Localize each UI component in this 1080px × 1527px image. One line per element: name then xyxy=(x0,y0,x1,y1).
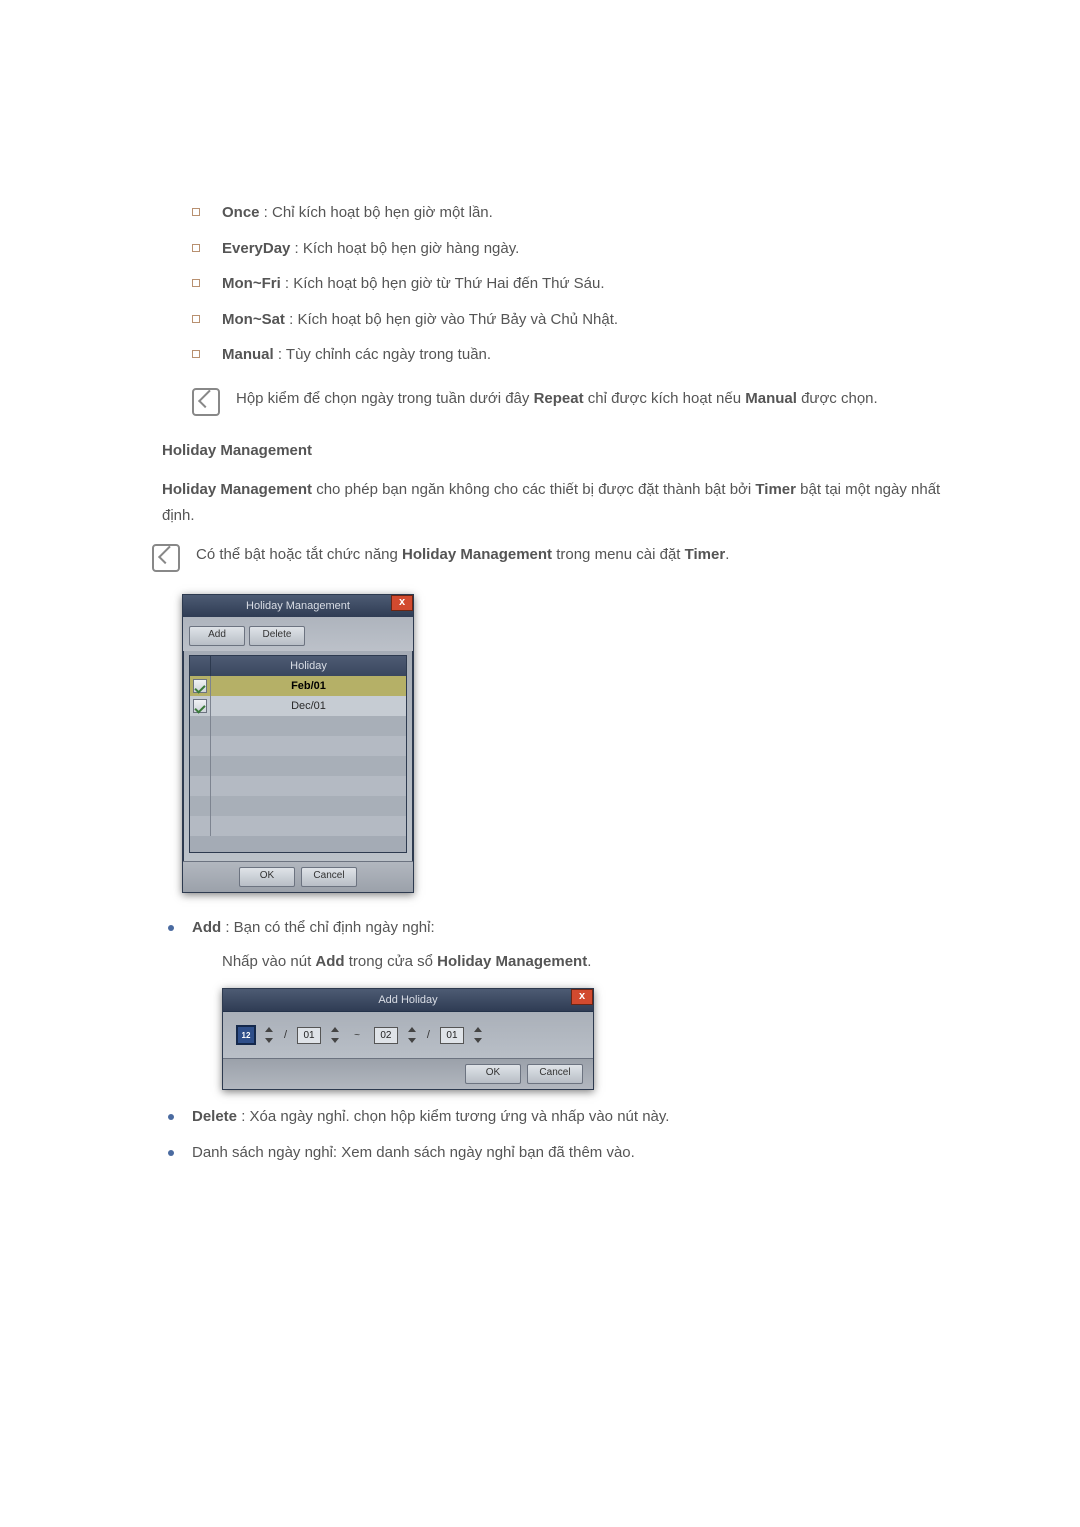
hm-header-holiday: Holiday xyxy=(211,656,406,676)
list-item: Delete : Xóa ngày nghỉ. chọn hộp kiểm tư… xyxy=(162,1104,942,1130)
holiday-management-heading: Holiday Management xyxy=(162,438,942,464)
list-item: Danh sách ngày nghỉ: Xem danh sách ngày … xyxy=(162,1140,942,1166)
option-label: Mon~Sat xyxy=(222,311,285,328)
hm-description: Holiday Management cho phép bạn ngăn khô… xyxy=(162,477,942,528)
content-column: Once : Chỉ kích hoạt bộ hẹn giờ một lần.… xyxy=(162,200,942,1165)
option-once: Once : Chỉ kích hoạt bộ hẹn giờ một lần. xyxy=(192,200,942,226)
hm-toolbar: Add Delete xyxy=(183,617,413,651)
calendar-icon[interactable] xyxy=(237,1026,255,1044)
option-label: Manual xyxy=(222,346,274,363)
hm-title: Holiday Management xyxy=(246,597,350,616)
hm-titlebar: Holiday Management x xyxy=(183,595,413,617)
delete-button[interactable]: Delete xyxy=(249,626,305,646)
option-label: EveryDay xyxy=(222,240,290,257)
hm-rows: Feb/01 Dec/01 xyxy=(190,676,406,852)
close-button[interactable]: x xyxy=(571,989,593,1005)
note-icon xyxy=(152,544,180,572)
repeat-option-list: Once : Chỉ kích hoạt bộ hẹn giờ một lần.… xyxy=(192,200,942,368)
table-row xyxy=(190,796,406,816)
close-button[interactable]: x xyxy=(391,595,413,611)
list-item: Add : Bạn có thể chỉ định ngày nghỉ: Nhấ… xyxy=(162,915,942,1090)
option-everyday: EveryDay : Kích hoạt bộ hẹn giờ hàng ngà… xyxy=(192,236,942,262)
add-holiday-dialog: Add Holiday x / 01 ~ 02 / 01 xyxy=(222,988,594,1090)
table-row xyxy=(190,816,406,836)
hm-list-wrap: Holiday Feb/01 Dec/01 xyxy=(183,651,413,861)
ah-titlebar: Add Holiday x xyxy=(223,989,593,1012)
checkbox-icon[interactable] xyxy=(193,679,207,693)
ok-button[interactable]: OK xyxy=(465,1064,521,1084)
ah-footer: OK Cancel xyxy=(223,1058,593,1089)
table-row xyxy=(190,716,406,736)
spinner-icon[interactable] xyxy=(265,1027,274,1043)
option-desc: : Tùy chỉnh các ngày trong tuần. xyxy=(274,346,491,363)
option-desc: : Kích hoạt bộ hẹn giờ vào Thứ Bảy và Ch… xyxy=(285,311,618,328)
table-row xyxy=(190,756,406,776)
holiday-management-dialog: Holiday Management x Add Delete Holiday xyxy=(182,594,414,893)
document-page: Once : Chỉ kích hoạt bộ hẹn giờ một lần.… xyxy=(0,0,1080,1527)
note-text: Có thể bật hoặc tắt chức năng Holiday Ma… xyxy=(196,542,729,568)
ok-button[interactable]: OK xyxy=(239,867,295,887)
spinner-icon[interactable] xyxy=(474,1027,483,1043)
ah-body: / 01 ~ 02 / 01 xyxy=(223,1012,593,1058)
note-manual-checkbox: Hộp kiểm để chọn ngày trong tuần dưới đâ… xyxy=(192,386,942,416)
cancel-button[interactable]: Cancel xyxy=(527,1064,583,1084)
note-text: Hộp kiểm để chọn ngày trong tuần dưới đâ… xyxy=(236,386,878,412)
row-value: Dec/01 xyxy=(211,696,406,716)
hm-actions-list: Add : Bạn có thể chỉ định ngày nghỉ: Nhấ… xyxy=(162,915,942,1165)
option-desc: : Kích hoạt bộ hẹn giờ từ Thứ Hai đến Th… xyxy=(281,275,605,292)
option-monsat: Mon~Sat : Kích hoạt bộ hẹn giờ vào Thứ B… xyxy=(192,307,942,333)
option-desc: : Kích hoạt bộ hẹn giờ hàng ngày. xyxy=(290,240,519,257)
end-month-input[interactable]: 02 xyxy=(374,1027,398,1044)
row-checkbox-cell[interactable] xyxy=(190,696,211,716)
table-row xyxy=(190,776,406,796)
spinner-icon[interactable] xyxy=(331,1027,340,1043)
table-row[interactable]: Dec/01 xyxy=(190,696,406,716)
end-day-input[interactable]: 01 xyxy=(440,1027,464,1044)
hm-table: Holiday Feb/01 Dec/01 xyxy=(189,655,407,853)
checkbox-icon[interactable] xyxy=(193,699,207,713)
cancel-button[interactable]: Cancel xyxy=(301,867,357,887)
spinner-icon[interactable] xyxy=(408,1027,417,1043)
option-label: Once xyxy=(222,204,260,221)
option-monfri: Mon~Fri : Kích hoạt bộ hẹn giờ từ Thứ Ha… xyxy=(192,271,942,297)
row-value: Feb/01 xyxy=(211,676,406,696)
add-instruction: Nhấp vào nút Add trong cửa sổ Holiday Ma… xyxy=(222,949,942,975)
ah-title: Add Holiday xyxy=(378,991,437,1010)
note-icon xyxy=(192,388,220,416)
hm-footer: OK Cancel xyxy=(183,861,413,892)
option-desc: : Chỉ kích hoạt bộ hẹn giờ một lần. xyxy=(260,204,493,221)
hm-table-header: Holiday xyxy=(190,656,406,676)
start-month-input[interactable]: 01 xyxy=(297,1027,321,1044)
note-hm-toggle: Có thể bật hoặc tắt chức năng Holiday Ma… xyxy=(152,542,942,572)
option-manual: Manual : Tùy chỉnh các ngày trong tuần. xyxy=(192,342,942,368)
table-row[interactable]: Feb/01 xyxy=(190,676,406,696)
add-button[interactable]: Add xyxy=(189,626,245,646)
table-row xyxy=(190,736,406,756)
hm-header-checkbox-col xyxy=(190,656,211,676)
row-checkbox-cell[interactable] xyxy=(190,676,211,696)
option-label: Mon~Fri xyxy=(222,275,281,292)
